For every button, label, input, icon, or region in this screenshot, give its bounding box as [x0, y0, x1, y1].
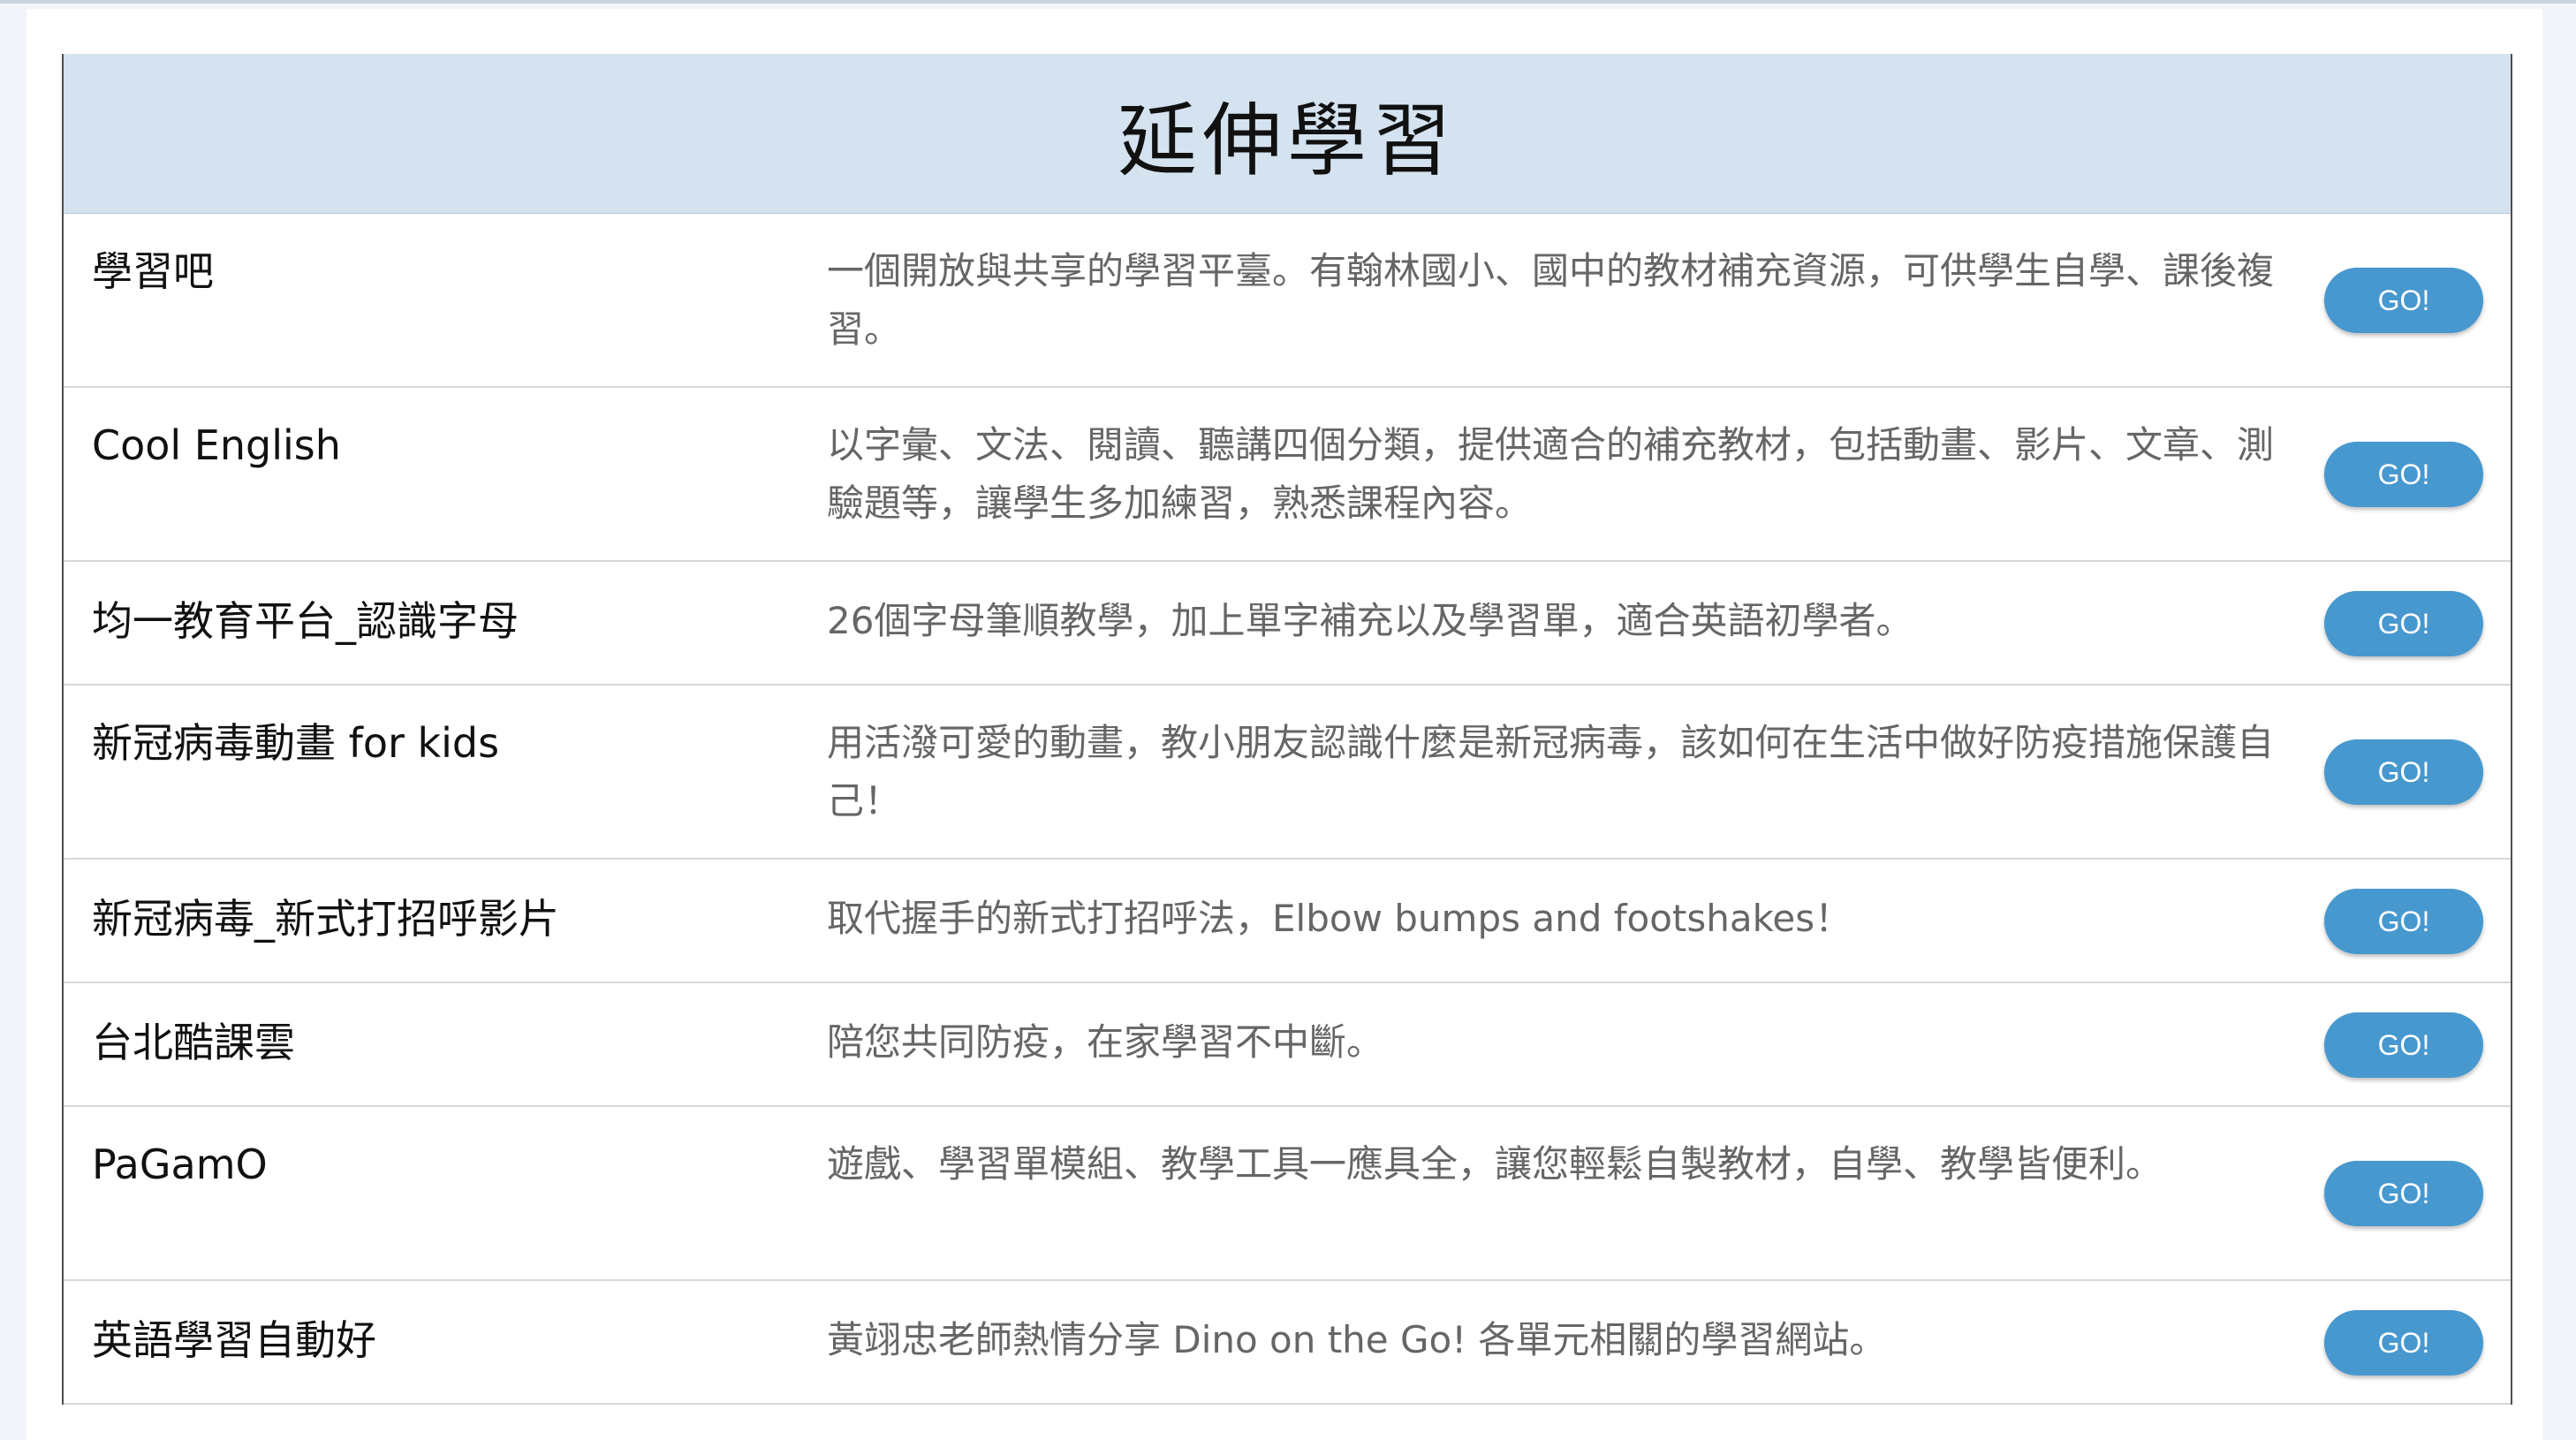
table-row: Cool English 以字彙、文法、閱讀、聽講四個分類，提供適合的補充教材，…: [64, 388, 2511, 562]
go-button[interactable]: GO!: [2324, 739, 2483, 805]
go-button[interactable]: GO!: [2324, 889, 2483, 954]
resource-name: 均一教育平台_認識字母: [92, 597, 519, 645]
resource-name: PaGamO: [92, 1141, 268, 1188]
resource-description: 以字彙、文法、閱讀、聽講四個分類，提供適合的補充教材，包括動畫、影片、文章、測驗…: [827, 423, 2275, 525]
resource-name: Cool English: [92, 421, 341, 469]
table-row: 均一教育平台_認識字母 26個字母筆順教學，加上單字補充以及學習單，適合英語初學…: [64, 562, 2511, 686]
go-button[interactable]: GO!: [2324, 1310, 2483, 1376]
resource-name: 新冠病毒_新式打招呼影片: [92, 895, 559, 943]
resource-description: 一個開放與共享的學習平臺。有翰林國小、國中的教材補充資源，可供學生自學、課後複習…: [827, 249, 2275, 351]
table-row: 學習吧 一個開放與共享的學習平臺。有翰林國小、國中的教材補充資源，可供學生自學、…: [64, 214, 2511, 388]
resource-description: 取代握手的新式打招呼法，Elbow bumps and footshakes！: [827, 897, 1852, 940]
resource-table: 延伸學習 學習吧 一個開放與共享的學習平臺。有翰林國小、國中的教材補充資源，可供…: [62, 54, 2512, 1405]
go-button[interactable]: GO!: [2324, 268, 2483, 333]
resource-description: 26個字母筆順教學，加上單字補充以及學習單，適合英語初學者。: [827, 599, 1913, 642]
resource-name: 學習吧: [92, 247, 214, 295]
resource-description: 黃翊忠老師熱情分享 Dino on the Go! 各單元相關的學習網站。: [827, 1318, 1887, 1361]
table-row: 新冠病毒動畫 for kids 用活潑可愛的動畫，教小朋友認識什麼是新冠病毒，該…: [64, 686, 2511, 860]
resource-name: 新冠病毒動畫 for kids: [92, 719, 500, 767]
table-row: 新冠病毒_新式打招呼影片 取代握手的新式打招呼法，Elbow bumps and…: [64, 860, 2511, 983]
go-button[interactable]: GO!: [2324, 442, 2483, 507]
resource-name: 英語學習自動好: [92, 1316, 376, 1364]
go-button[interactable]: GO!: [2324, 591, 2483, 656]
table-row: 英語學習自動好 黃翊忠老師熱情分享 Dino on the Go! 各單元相關的…: [64, 1281, 2511, 1405]
resource-description: 用活潑可愛的動畫，教小朋友認識什麼是新冠病毒，該如何在生活中做好防疫措施保護自己…: [827, 721, 2275, 822]
resource-description: 遊戲、學習單模組、教學工具一應具全，讓您輕鬆自製教材，自學、教學皆便利。: [827, 1142, 2163, 1186]
top-divider: [0, 0, 2576, 4]
page-title: 延伸學習: [1118, 95, 1457, 187]
go-button[interactable]: GO!: [2324, 1012, 2483, 1078]
resource-description: 陪您共同防疫，在家學習不中斷。: [827, 1020, 1384, 1064]
go-button[interactable]: GO!: [2324, 1161, 2483, 1226]
table-row: PaGamO 遊戲、學習單模組、教學工具一應具全，讓您輕鬆自製教材，自學、教學皆…: [64, 1107, 2511, 1281]
resource-name: 台北酷課雲: [92, 1019, 295, 1066]
table-row: 台北酷課雲 陪您共同防疫，在家學習不中斷。 GO!: [64, 983, 2511, 1107]
table-header: 延伸學習: [64, 54, 2511, 214]
